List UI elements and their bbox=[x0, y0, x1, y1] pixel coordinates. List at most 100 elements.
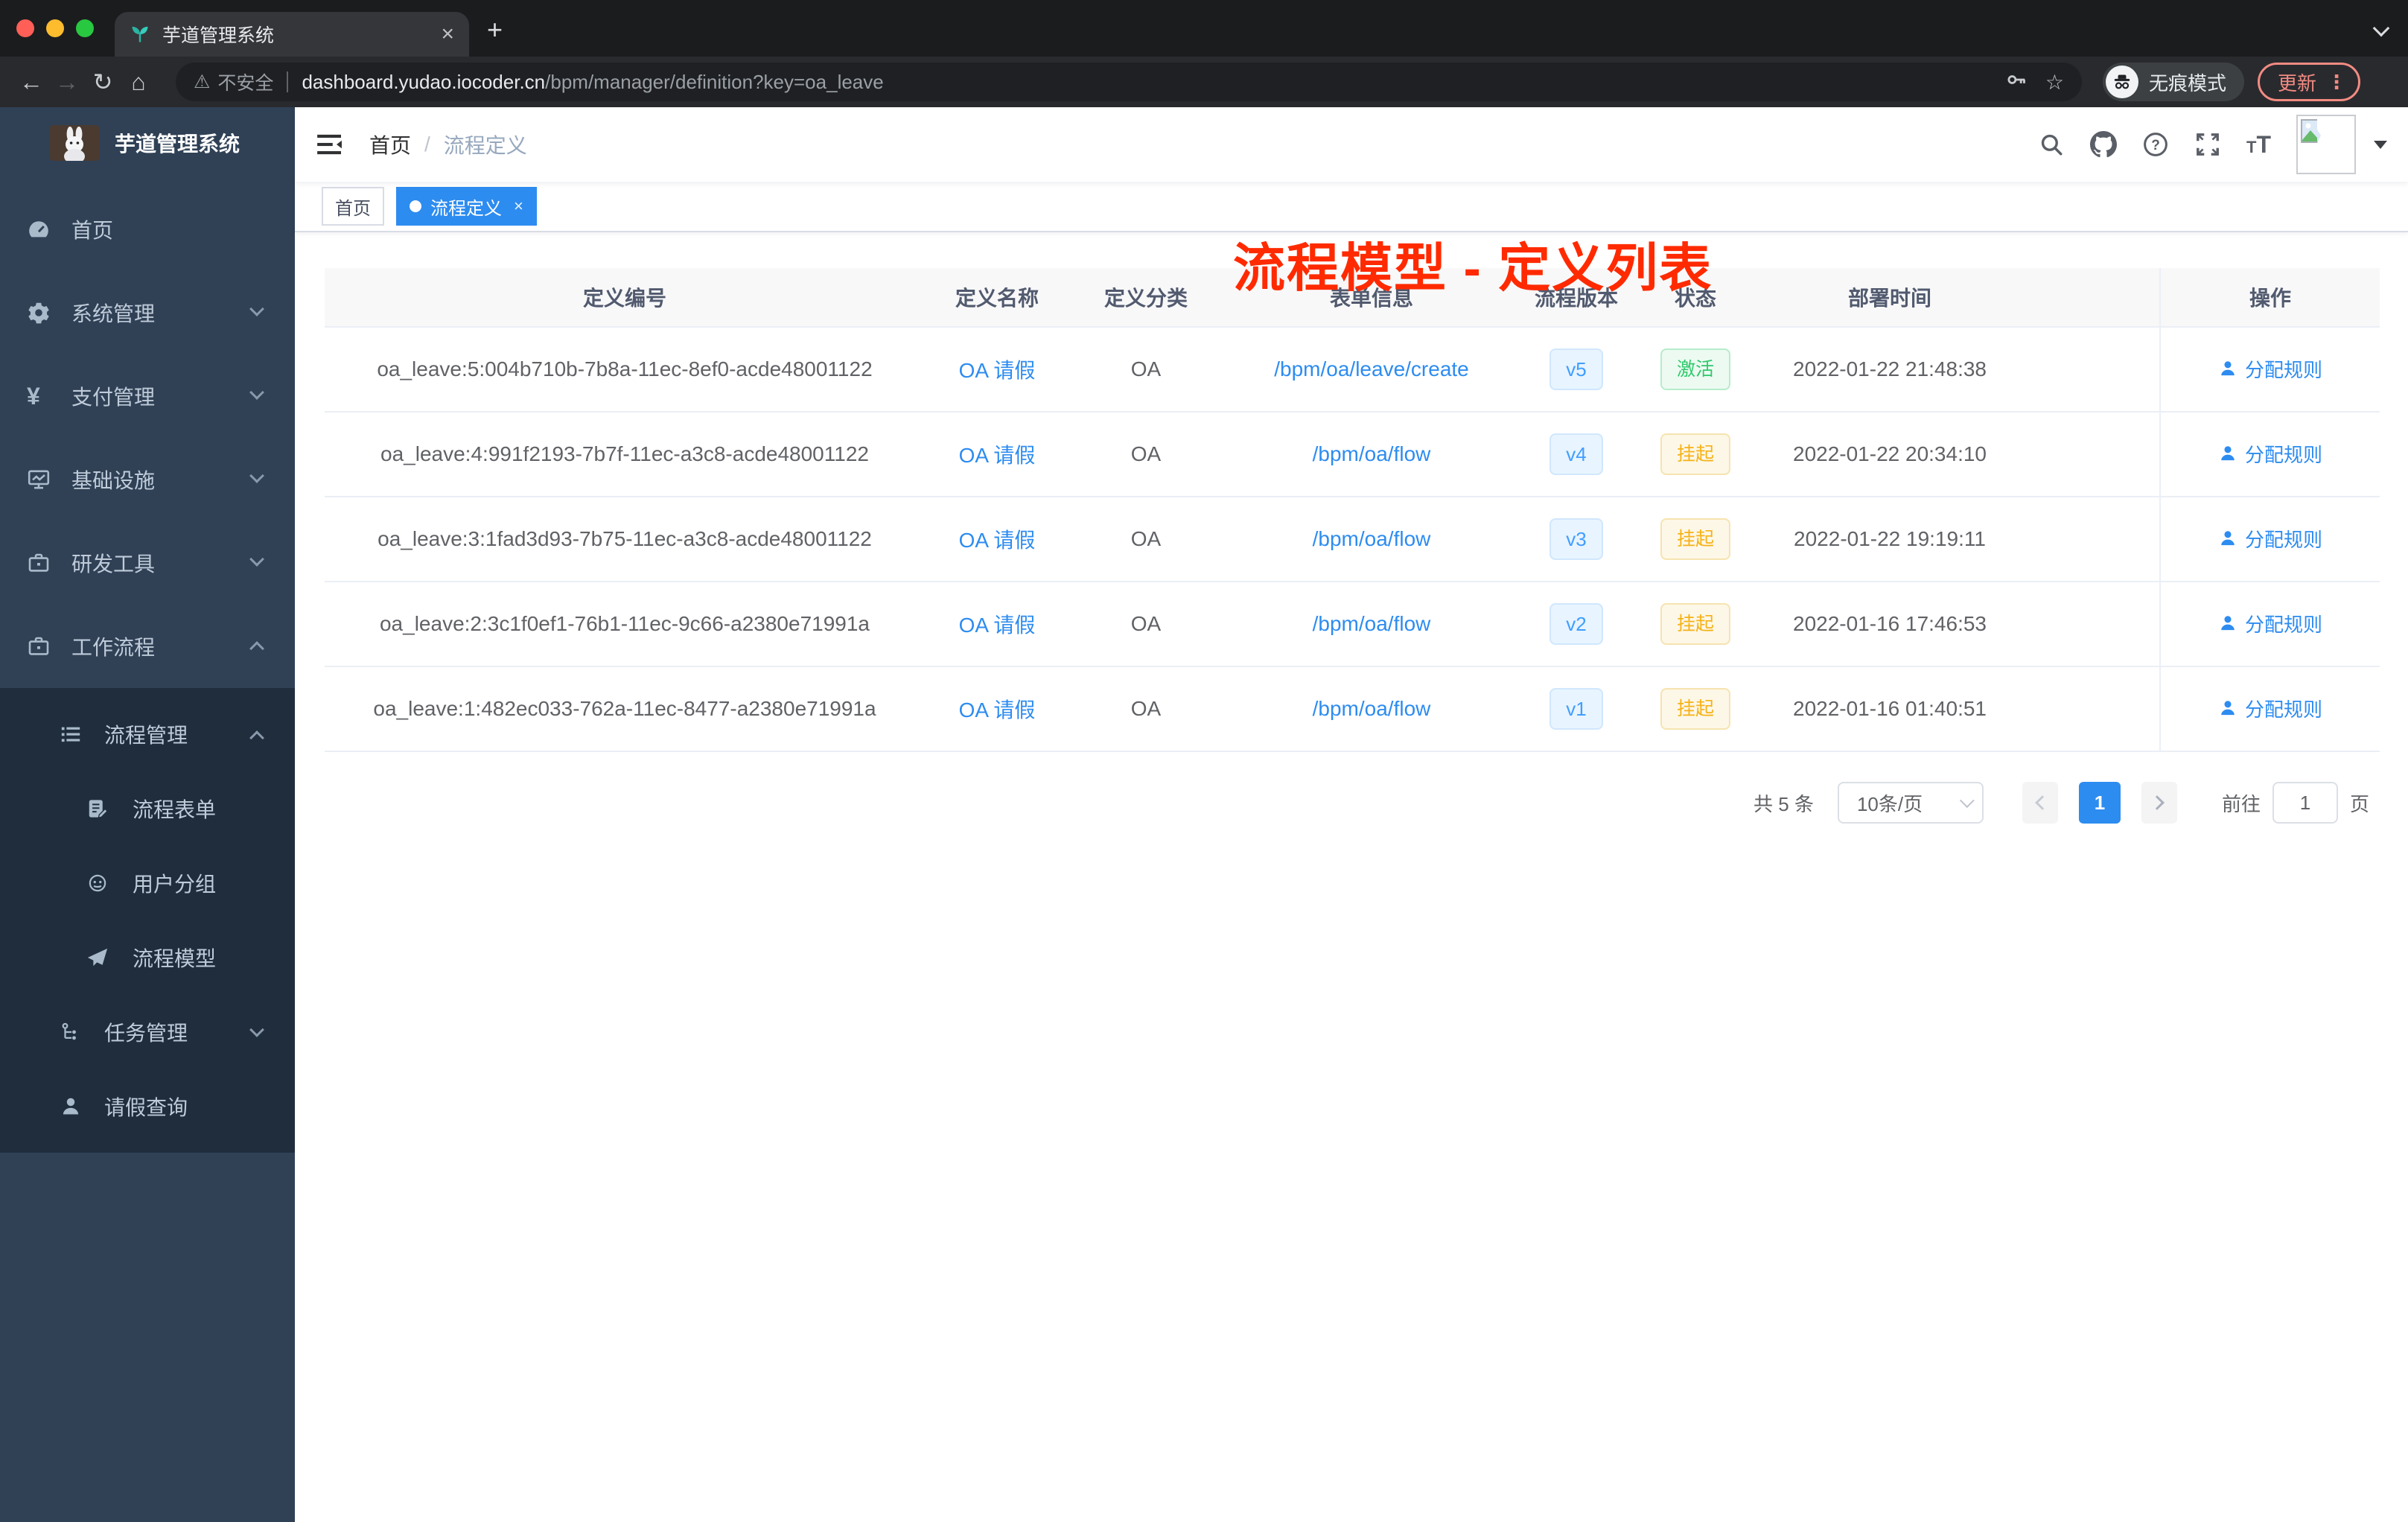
avatar[interactable] bbox=[2296, 115, 2356, 174]
navbar-actions: ? TT bbox=[2038, 107, 2387, 182]
browser-tab[interactable]: 芋道管理系统 × bbox=[115, 12, 469, 57]
cell-category: OA bbox=[1069, 582, 1223, 667]
new-tab-button[interactable]: + bbox=[487, 16, 503, 43]
pagination: 共 5 条 10条/页 1 前往 页 bbox=[295, 782, 2369, 824]
back-icon[interactable]: ← bbox=[15, 69, 48, 96]
bookmark-star-icon[interactable]: ☆ bbox=[2045, 70, 2064, 95]
sidebar: 芋道管理系统 首页 系统管理 ¥ 支付管理 基础设施 研发工具 工作流程 流程管… bbox=[0, 107, 295, 1522]
definition-name-link[interactable]: OA 请假 bbox=[959, 614, 1036, 637]
form-info-link[interactable]: /bpm/oa/flow bbox=[1313, 697, 1431, 720]
sidebar-item-leave-query[interactable]: 请假查询 bbox=[0, 1069, 295, 1144]
favicon-seedling-icon bbox=[130, 24, 150, 45]
table-row: oa_leave:3:1fad3d93-7b75-11ec-a3c8-acde4… bbox=[325, 497, 2380, 582]
not-secure-warning-icon[interactable]: ⚠ bbox=[194, 71, 210, 93]
sidebar-item-dev-tools[interactable]: 研发工具 bbox=[0, 521, 295, 605]
browser-tab-bar: 芋道管理系统 × + bbox=[0, 0, 2408, 57]
close-window-button[interactable] bbox=[16, 19, 34, 37]
version-badge[interactable]: v1 bbox=[1549, 688, 1603, 730]
sidebar-menu: 首页 系统管理 ¥ 支付管理 基础设施 研发工具 工作流程 流程管理 流程表单 … bbox=[0, 179, 295, 1153]
chevron-down-icon bbox=[1959, 793, 1975, 809]
password-key-icon[interactable] bbox=[2005, 69, 2028, 96]
cell-category: OA bbox=[1069, 667, 1223, 752]
robot-face-icon bbox=[86, 871, 110, 895]
tab-title: 芋道管理系统 bbox=[162, 25, 275, 46]
sidebar-collapse-icon[interactable] bbox=[317, 133, 343, 156]
form-info-link[interactable]: /bpm/oa/leave/create bbox=[1274, 357, 1469, 380]
chevron-up-icon bbox=[249, 730, 264, 745]
col-actions: 操作 bbox=[2159, 268, 2380, 328]
user-icon bbox=[2221, 361, 2235, 376]
assign-rule-button[interactable]: 分配规则 bbox=[2218, 440, 2322, 468]
version-badge[interactable]: v4 bbox=[1549, 433, 1603, 475]
sidebar-item-system[interactable]: 系统管理 bbox=[0, 271, 295, 354]
assign-rule-button[interactable]: 分配规则 bbox=[2218, 610, 2322, 637]
tab-search-chevron-icon[interactable] bbox=[2372, 19, 2390, 37]
version-badge[interactable]: v3 bbox=[1549, 518, 1603, 560]
tags-view: 首页 流程定义 × bbox=[295, 182, 2408, 232]
cell-id: oa_leave:5:004b710b-7b8a-11ec-8ef0-acde4… bbox=[325, 328, 925, 413]
page-number-button[interactable]: 1 bbox=[2078, 782, 2121, 824]
chevron-up-icon bbox=[249, 641, 264, 656]
table-row: oa_leave:4:991f2193-7b7f-11ec-a3c8-acde4… bbox=[325, 413, 2380, 497]
minimize-window-button[interactable] bbox=[46, 19, 64, 37]
sidebar-item-process-form[interactable]: 流程表单 bbox=[0, 771, 295, 846]
definition-name-link[interactable]: OA 请假 bbox=[959, 529, 1036, 552]
sidebar-item-process-model[interactable]: 流程模型 bbox=[0, 920, 295, 995]
zoom-window-button[interactable] bbox=[76, 19, 94, 37]
status-badge: 挂起 bbox=[1660, 433, 1730, 475]
incognito-label: 无痕模式 bbox=[2149, 71, 2227, 95]
user-icon bbox=[2221, 616, 2235, 631]
sidebar-item-process-management[interactable]: 流程管理 bbox=[0, 697, 295, 771]
tag-home[interactable]: 首页 bbox=[322, 187, 384, 226]
forward-icon[interactable]: → bbox=[51, 69, 83, 96]
fullscreen-icon[interactable] bbox=[2194, 131, 2221, 158]
definition-name-link[interactable]: OA 请假 bbox=[959, 444, 1036, 467]
browser-update-button[interactable]: 更新 ⋮ bbox=[2258, 63, 2361, 101]
avatar-caret-icon[interactable] bbox=[2374, 140, 2387, 149]
sidebar-item-infrastructure[interactable]: 基础设施 bbox=[0, 438, 295, 521]
assign-rule-button[interactable]: 分配规则 bbox=[2218, 355, 2322, 383]
version-badge[interactable]: v5 bbox=[1549, 348, 1603, 390]
status-badge: 挂起 bbox=[1660, 688, 1730, 730]
assign-rule-button[interactable]: 分配规则 bbox=[2218, 525, 2322, 553]
logo-rabbit-avatar bbox=[49, 125, 100, 161]
divider bbox=[287, 71, 289, 92]
sidebar-item-workflow[interactable]: 工作流程 bbox=[0, 605, 295, 688]
form-info-link[interactable]: /bpm/oa/flow bbox=[1313, 527, 1431, 550]
sidebar-item-home[interactable]: 首页 bbox=[0, 188, 295, 271]
col-definition-id: 定义编号 bbox=[325, 268, 925, 328]
status-badge: 挂起 bbox=[1660, 518, 1730, 560]
sidebar-item-task-management[interactable]: 任务管理 bbox=[0, 995, 295, 1069]
cell-id: oa_leave:1:482ec033-762a-11ec-8477-a2380… bbox=[325, 667, 925, 752]
form-info-link[interactable]: /bpm/oa/flow bbox=[1313, 612, 1431, 635]
tab-close-icon[interactable]: × bbox=[441, 22, 454, 47]
reload-icon[interactable]: ↻ bbox=[86, 68, 119, 96]
definition-name-link[interactable]: OA 请假 bbox=[959, 698, 1036, 722]
definition-name-link[interactable]: OA 请假 bbox=[959, 359, 1036, 382]
breadcrumb-home[interactable]: 首页 bbox=[369, 130, 411, 159]
col-definition-category: 定义分类 bbox=[1069, 268, 1223, 328]
github-icon[interactable] bbox=[2090, 131, 2117, 158]
home-icon[interactable]: ⌂ bbox=[122, 69, 155, 96]
form-edit-icon bbox=[86, 797, 110, 821]
url-host: dashboard.yudao.iocoder.cn bbox=[302, 70, 546, 93]
cell-category: OA bbox=[1069, 413, 1223, 497]
window-controls[interactable] bbox=[16, 19, 94, 37]
prev-page-button[interactable] bbox=[2022, 782, 2058, 824]
assign-rule-button[interactable]: 分配规则 bbox=[2218, 695, 2322, 722]
address-bar[interactable]: ⚠ 不安全 dashboard.yudao.iocoder.cn/bpm/man… bbox=[176, 63, 2082, 101]
next-page-button[interactable] bbox=[2141, 782, 2177, 824]
version-badge[interactable]: v2 bbox=[1549, 603, 1603, 645]
tag-process-definition[interactable]: 流程定义 × bbox=[396, 187, 537, 226]
form-info-link[interactable]: /bpm/oa/flow bbox=[1313, 442, 1431, 465]
font-size-icon[interactable]: TT bbox=[2246, 131, 2271, 159]
search-icon[interactable] bbox=[2038, 131, 2065, 158]
help-icon[interactable]: ? bbox=[2142, 131, 2169, 158]
tag-close-icon[interactable]: × bbox=[514, 197, 523, 216]
sidebar-item-user-group[interactable]: 用户分组 bbox=[0, 846, 295, 920]
browser-menu-dots-icon[interactable]: ⋮ bbox=[2327, 71, 2346, 94]
sidebar-item-payment[interactable]: ¥ 支付管理 bbox=[0, 354, 295, 438]
page-size-select[interactable]: 10条/页 bbox=[1837, 782, 1984, 824]
goto-page-input[interactable] bbox=[2272, 782, 2338, 824]
sidebar-logo[interactable]: 芋道管理系统 bbox=[0, 107, 295, 179]
